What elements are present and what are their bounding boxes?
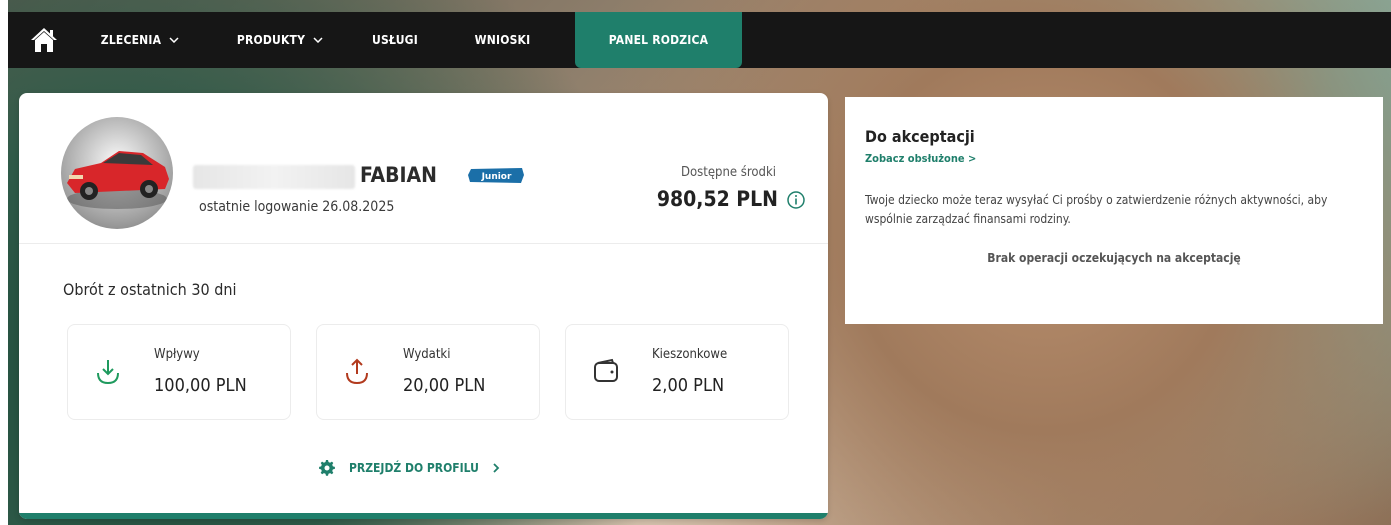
stat-income-value: 100,00 PLN xyxy=(154,375,247,396)
approval-description: Twoje dziecko może teraz wysyłać Ci proś… xyxy=(865,193,1328,226)
nav-uslugi[interactable]: USŁUGI xyxy=(360,12,430,68)
nav-panel-rodzica[interactable]: PANEL RODZICA xyxy=(575,12,742,68)
nav-uslugi-label: USŁUGI xyxy=(372,33,418,47)
junior-badge: Junior xyxy=(468,168,524,183)
stat-expenses-value: 20,00 PLN xyxy=(403,375,486,396)
arrow-up-icon xyxy=(346,358,368,385)
available-funds-value: 980,52 PLN xyxy=(656,187,778,211)
gear-icon xyxy=(319,460,335,476)
approval-title: Do akceptacji xyxy=(865,127,975,146)
stat-income: Wpływy 100,00 PLN xyxy=(67,324,291,420)
approval-empty-state: Brak operacji oczekujących na akceptację xyxy=(987,251,1241,265)
nav-panel-rodzica-label: PANEL RODZICA xyxy=(608,33,709,47)
approval-card: Do akceptacji Zobacz obsłużone > Twoje d… xyxy=(845,97,1383,324)
chevron-right-icon xyxy=(493,463,500,473)
go-to-profile-label: PRZEJDŹ DO PROFILU xyxy=(349,461,479,475)
stat-pocket-money: Kieszonkowe 2,00 PLN xyxy=(565,324,789,420)
home-button[interactable] xyxy=(8,12,80,68)
chevron-down-icon xyxy=(169,37,179,43)
stat-expenses-label: Wydatki xyxy=(403,347,451,362)
last-login: ostatnie logowanie 26.08.2025 xyxy=(199,199,395,215)
nav-wnioski-label: WNIOSKI xyxy=(474,33,531,47)
top-navbar: ZLECENIA PRODUKTY USŁUGI WNIOSKI PANEL R… xyxy=(8,12,1391,68)
nav-wnioski[interactable]: WNIOSKI xyxy=(430,12,575,68)
stat-pocket-money-label: Kieszonkowe xyxy=(652,347,728,362)
junior-badge-label: Junior xyxy=(481,172,512,182)
chevron-down-icon xyxy=(313,37,323,43)
nav-produkty[interactable]: PRODUKTY xyxy=(200,12,360,68)
avatar[interactable] xyxy=(61,117,173,229)
view-handled-link[interactable]: Zobacz obsłużone > xyxy=(865,152,1363,165)
divider xyxy=(19,243,828,244)
info-icon[interactable] xyxy=(786,190,806,210)
arrow-down-icon xyxy=(97,360,119,385)
nav-zlecenia[interactable]: ZLECENIA xyxy=(80,12,200,68)
stat-expenses: Wydatki 20,00 PLN xyxy=(316,324,540,420)
stat-pocket-money-value: 2,00 PLN xyxy=(652,375,725,396)
wallet-icon xyxy=(594,358,618,382)
card-accent-bar xyxy=(19,513,828,519)
page-edge xyxy=(0,0,8,525)
nav-produkty-label: PRODUKTY xyxy=(236,33,306,47)
blurred-surname xyxy=(193,165,355,189)
nav-zlecenia-label: ZLECENIA xyxy=(100,33,162,47)
home-icon xyxy=(31,28,57,52)
turnover-title: Obrót z ostatnich 30 dni xyxy=(63,280,237,299)
car-image xyxy=(67,151,169,209)
stat-income-label: Wpływy xyxy=(154,347,200,362)
available-funds-label: Dostępne środki xyxy=(680,165,776,180)
go-to-profile-link[interactable]: PRZEJDŹ DO PROFILU xyxy=(319,458,500,478)
child-name: FABIAN xyxy=(360,163,437,187)
child-summary-card: FABIAN Junior ostatnie logowanie 26.08.2… xyxy=(19,93,828,519)
